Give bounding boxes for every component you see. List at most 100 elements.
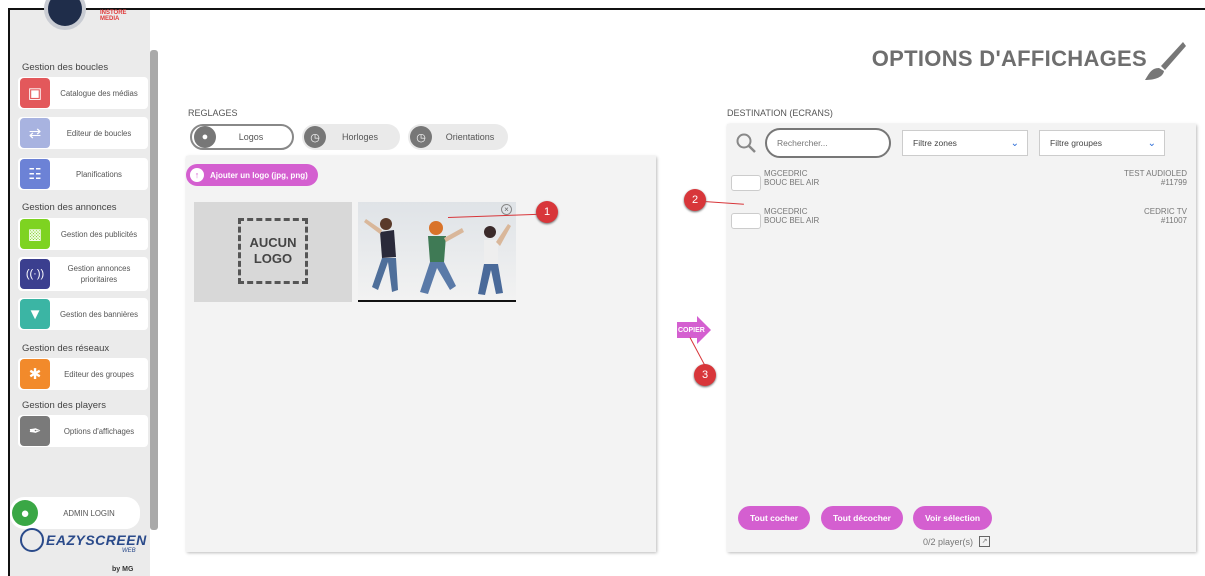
globe-icon (20, 528, 44, 552)
clock-icon: ◷ (304, 126, 326, 148)
chevron-down-icon: ⌄ (1147, 137, 1156, 149)
copy-button-label: COPIER (678, 327, 705, 334)
admin-login-button[interactable]: ● ADMIN LOGIN (10, 497, 140, 529)
paint-brush-icon (1145, 42, 1186, 80)
filter-groups-value: Filtre groupes (1050, 138, 1102, 148)
dancers-image (364, 218, 511, 295)
sidebar-item-ads[interactable]: ▩ Gestion des publicités (18, 218, 148, 250)
broadcast-icon: ((·)) (20, 259, 50, 289)
sidebar-item-label: Gestion des bannières (59, 309, 139, 319)
sidebar-scrollbar[interactable] (150, 50, 158, 530)
tab-label: Orientations (445, 132, 495, 142)
tab-clocks[interactable]: ◷ Horloges (302, 124, 400, 150)
brand-logo: INSTORE MEDIA (40, 0, 127, 34)
filter-groups-select[interactable]: Filtre groupes ⌄ (1039, 130, 1165, 156)
groups-icon: ✱ (20, 359, 50, 389)
callout-2: 2 (684, 189, 706, 211)
remove-logo-icon[interactable]: × (501, 204, 512, 215)
row-screen-name: CEDRIC TV (1144, 207, 1187, 216)
admin-login-label: ADMIN LOGIN (63, 508, 115, 518)
check-all-button[interactable]: Tout cocher (738, 506, 811, 530)
row-city: BOUC BEL AIR (764, 216, 820, 225)
brand-tagline: INSTORE MEDIA (100, 10, 127, 22)
sidebar-item-group-editor[interactable]: ✱ Editeur des groupes (18, 358, 148, 390)
section-title-loops: Gestion des boucles (22, 62, 109, 73)
apple-icon: ● (194, 126, 216, 148)
external-link-icon[interactable]: ↗ (979, 536, 991, 547)
sidebar-item-label: Gestion des publicités (60, 229, 138, 239)
sidebar-item-label: Editeur de boucles (66, 128, 132, 138)
row-toggle[interactable] (731, 175, 761, 191)
table-row: MGCEDRIC BOUC BEL AIR TEST AUDIOLED #11799 (731, 167, 1191, 193)
ads-icon: ▩ (20, 219, 50, 249)
section-title-networks: Gestion des réseaux (22, 343, 110, 354)
search-icon (736, 133, 756, 153)
sidebar-item-display-options[interactable]: ✒ Options d'affichages (18, 415, 148, 447)
row-screen: TEST AUDIOLED #11799 (1124, 169, 1187, 187)
no-logo-line1: AUCUN (249, 235, 297, 250)
sidebar-item-label: Options d'affichages (63, 426, 135, 436)
row-toggle[interactable] (731, 213, 761, 229)
chevron-down-icon: ⌄ (1010, 137, 1019, 149)
banner-icon: ▼ (20, 299, 50, 329)
admin-user-icon: ● (12, 500, 38, 526)
media-catalog-icon: ▣ (20, 78, 50, 108)
sidebar-item-label: Gestion annonces prioritaires (67, 264, 131, 284)
row-location: MGCEDRIC BOUC BEL AIR (764, 169, 819, 187)
sidebar-item-label: Planifications (76, 169, 122, 179)
add-logo-label: Ajouter un logo (jpg, png) (210, 170, 308, 180)
sidebar-item-banners[interactable]: ▼ Gestion des bannières (18, 298, 148, 330)
logo-circle-icon (44, 0, 86, 30)
logo-image-tile[interactable]: × (358, 202, 516, 302)
tab-logos[interactable]: ● Logos (190, 124, 294, 150)
no-logo-tile[interactable]: AUCUN LOGO (194, 202, 352, 302)
search-input[interactable] (765, 128, 891, 158)
brand-by: by MG (112, 566, 134, 573)
uncheck-all-button[interactable]: Tout décocher (821, 506, 903, 530)
sidebar-item-planning[interactable]: ☷ Planifications (18, 158, 148, 190)
loop-editor-icon: ⇄ (20, 118, 50, 148)
reglages-tabs: ● Logos ◷ Horloges ◷ Orientations (190, 124, 508, 150)
callout-3: 3 (694, 364, 716, 386)
row-location: MGCEDRIC BOUC BEL AIR (764, 207, 819, 225)
row-account: MGCEDRIC (764, 207, 808, 216)
sidebar-item-media-catalog[interactable]: ▣ Catalogue des médias (18, 77, 148, 109)
section-title-players: Gestion des players (22, 400, 106, 411)
tab-label: Logos (238, 132, 264, 142)
destination-panel: Filtre zones ⌄ Filtre groupes ⌄ MGCEDRIC… (727, 124, 1196, 552)
eazyscreen-brand: EAZYSCREEN WEB by MG (20, 528, 147, 573)
player-count: 0/2 player(s) ↗ (923, 536, 991, 547)
row-screen-name: TEST AUDIOLED (1124, 169, 1187, 178)
row-city: BOUC BEL AIR (764, 178, 820, 187)
row-screen-id: #11007 (1160, 216, 1187, 225)
sidebar-item-priority-announcements[interactable]: ((·)) Gestion annonces prioritaires (18, 257, 148, 291)
page-title: OPTIONS D'AFFICHAGES (871, 46, 1147, 71)
view-selection-button[interactable]: Voir sélection (913, 506, 993, 530)
calendar-icon: ☷ (20, 159, 50, 189)
tab-label: Horloges (341, 132, 379, 142)
sidebar-item-loop-editor[interactable]: ⇄ Editeur de boucles (18, 117, 148, 149)
sidebar-item-label: Catalogue des médias (60, 88, 138, 98)
tab-orientations[interactable]: ◷ Orientations (408, 124, 508, 150)
section-title-announcements: Gestion des annonces (22, 202, 117, 213)
row-account: MGCEDRIC (764, 169, 808, 178)
table-row: MGCEDRIC BOUC BEL AIR CEDRIC TV #11007 (731, 205, 1191, 231)
filter-zones-select[interactable]: Filtre zones ⌄ (902, 130, 1028, 156)
row-screen: CEDRIC TV #11007 (1144, 207, 1187, 225)
brand-name: EAZYSCREEN (46, 532, 147, 548)
add-logo-button[interactable]: ↑ Ajouter un logo (jpg, png) (186, 164, 318, 186)
destination-label: DESTINATION (ECRANS) (727, 108, 833, 118)
player-count-text: 0/2 player(s) (923, 536, 974, 547)
filter-zones-value: Filtre zones (913, 138, 957, 148)
sidebar-item-label: Editeur des groupes (64, 369, 134, 379)
brand-sub: WEB (122, 548, 136, 554)
callout-1: 1 (536, 201, 558, 223)
upload-arrow-icon: ↑ (190, 168, 204, 182)
clock-icon: ◷ (410, 126, 432, 148)
no-logo-placeholder: AUCUN LOGO (238, 218, 308, 284)
brush-icon: ✒ (20, 416, 50, 446)
logos-panel: ↑ Ajouter un logo (jpg, png) AUCUNLOGO (186, 156, 656, 552)
no-logo-line2: LOGO (253, 251, 293, 266)
reglages-label: REGLAGES (188, 108, 238, 118)
row-screen-id: #11799 (1160, 178, 1187, 187)
